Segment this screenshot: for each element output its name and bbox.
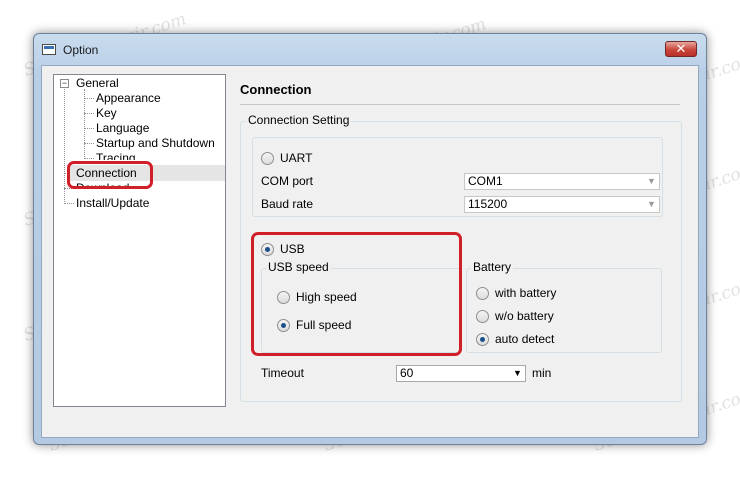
tree-item-startup-shutdown[interactable]: Startup and Shutdown [96, 136, 215, 150]
close-button[interactable]: ✕ [665, 41, 697, 57]
tree-item-install-update[interactable]: Install/Update [76, 196, 149, 210]
collapse-icon[interactable]: − [60, 79, 69, 88]
tree-connector [84, 89, 85, 157]
tree-connector [64, 89, 65, 202]
wo-battery-label: w/o battery [495, 309, 554, 323]
title-divider [240, 104, 680, 105]
annotation-highlight-usb [251, 232, 462, 356]
baud-rate-label: Baud rate [261, 197, 314, 211]
wo-battery-radio[interactable] [476, 310, 489, 323]
chevron-down-icon: ▼ [647, 199, 656, 209]
window-app-icon [42, 44, 56, 55]
timeout-value: 60 [400, 366, 414, 380]
uart-label: UART [280, 151, 313, 165]
dialog-client-area: − General Appearance Key Language Startu… [41, 65, 699, 438]
tree-item-appearance[interactable]: Appearance [96, 91, 161, 105]
option-window: Option ✕ − General Appearance Key Langua… [33, 33, 707, 445]
connection-setting-label: Connection Setting [246, 113, 352, 127]
tree-connector [84, 143, 94, 144]
tree-connector [84, 128, 94, 129]
tree-connector [84, 113, 94, 114]
with-battery-radio[interactable] [476, 287, 489, 300]
tree-item-key[interactable]: Key [96, 106, 117, 120]
baud-rate-select[interactable]: 115200 ▼ [464, 196, 660, 213]
options-tree[interactable]: − General Appearance Key Language Startu… [53, 74, 226, 407]
uart-radio[interactable] [261, 152, 274, 165]
with-battery-label: with battery [495, 286, 557, 300]
page-title: Connection [240, 82, 312, 97]
tree-item-general[interactable]: General [76, 76, 119, 90]
com-port-value: COM1 [468, 174, 503, 188]
tree-connector [84, 158, 94, 159]
window-title: Option [63, 43, 99, 57]
com-port-select[interactable]: COM1 ▼ [464, 173, 660, 190]
timeout-unit: min [532, 366, 552, 380]
com-port-label: COM port [261, 174, 314, 188]
tree-item-language[interactable]: Language [96, 121, 149, 135]
title-bar[interactable]: Option ✕ [34, 34, 706, 64]
annotation-highlight-connection [67, 161, 153, 189]
chevron-down-icon: ▼ [647, 176, 656, 186]
timeout-select[interactable]: 60 ▼ [396, 365, 526, 382]
tree-connector [64, 203, 74, 204]
timeout-label: Timeout [261, 366, 304, 380]
baud-rate-value: 115200 [468, 197, 508, 211]
close-icon: ✕ [675, 41, 687, 56]
connection-page: Connection Connection Setting UART COM p… [236, 66, 698, 437]
tree-item-tracing[interactable]: Tracing [96, 151, 136, 160]
tree-connector [84, 98, 94, 99]
auto-detect-radio[interactable] [476, 333, 489, 346]
battery-label: Battery [471, 260, 514, 274]
auto-detect-label: auto detect [495, 332, 555, 346]
chevron-down-icon: ▼ [513, 368, 522, 378]
